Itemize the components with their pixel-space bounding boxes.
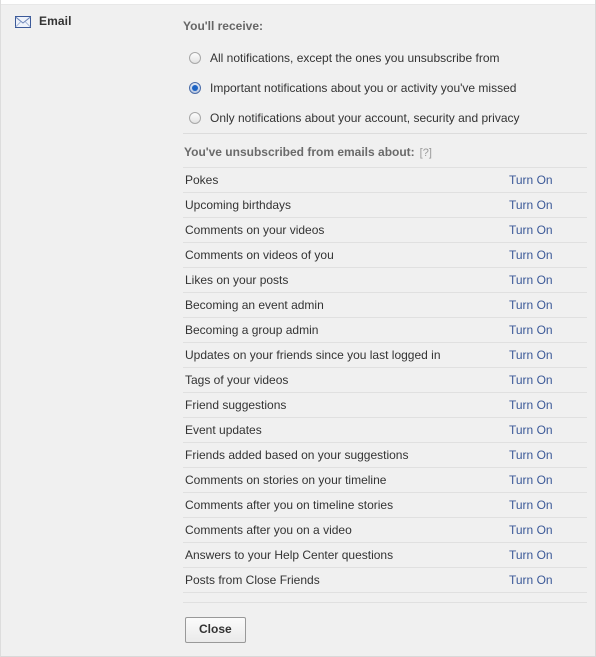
unsubscribed-row-label: Becoming a group admin [185, 323, 319, 337]
unsubscribed-row-label: Answers to your Help Center questions [185, 548, 394, 562]
notification-frequency-radio-group: All notifications, except the ones you u… [183, 43, 587, 133]
unsubscribed-row: Event updates Turn On [183, 418, 587, 443]
unsubscribed-row: Becoming a group admin Turn On [183, 318, 587, 343]
unsubscribed-row-label: Friend suggestions [185, 398, 287, 412]
turn-on-link[interactable]: Turn On [509, 523, 587, 537]
radio-indicator-only-account[interactable] [189, 112, 201, 124]
unsubscribed-row-label: Comments after you on a video [185, 523, 352, 537]
unsubscribed-row: Comments on videos of you Turn On [183, 243, 587, 268]
close-button[interactable]: Close [185, 617, 246, 643]
unsubscribed-row: Comments on stories on your timeline Turn… [183, 468, 587, 493]
unsubscribed-row: Comments on your videos Turn On [183, 218, 587, 243]
unsubscribed-row: Upcoming birthdays Turn On [183, 193, 587, 218]
turn-on-link[interactable]: Turn On [509, 223, 587, 237]
turn-on-link[interactable]: Turn On [509, 348, 587, 362]
turn-on-link[interactable]: Turn On [509, 373, 587, 387]
unsubscribed-row: Pokes Turn On [183, 168, 587, 193]
unsubscribed-row-label: Comments on videos of you [185, 248, 334, 262]
radio-option-only-account[interactable]: Only notifications about your account, s… [183, 103, 587, 133]
unsubscribed-row: Comments after you on timeline stories Tu… [183, 493, 587, 518]
section-title: Email [39, 14, 72, 28]
turn-on-link[interactable]: Turn On [509, 248, 587, 262]
radio-option-important[interactable]: Important notifications about you or act… [183, 73, 587, 103]
turn-on-link[interactable]: Turn On [509, 448, 587, 462]
unsubscribed-list: Pokes Turn On Upcoming birthdays Turn On Com… [183, 167, 587, 593]
unsubscribed-heading: You've unsubscribed from emails about: [184, 145, 415, 159]
turn-on-link[interactable]: Turn On [509, 173, 587, 187]
turn-on-link[interactable]: Turn On [509, 498, 587, 512]
footer-actions: Close [183, 603, 587, 643]
unsubscribed-row-label: Posts from Close Friends [185, 573, 320, 587]
turn-on-link[interactable]: Turn On [509, 298, 587, 312]
help-question-mark-icon[interactable]: [?] [420, 147, 432, 159]
turn-on-link[interactable]: Turn On [509, 273, 587, 287]
unsubscribed-row-label: Friends added based on your suggestions [185, 448, 409, 462]
turn-on-link[interactable]: Turn On [509, 323, 587, 337]
unsubscribed-row-label: Comments on stories on your timeline [185, 473, 387, 487]
email-section-header: Email [15, 13, 175, 29]
unsubscribed-row: Answers to your Help Center questions Tur… [183, 543, 587, 568]
unsubscribed-row: Updates on your friends since you last l… [183, 343, 587, 368]
radio-indicator-all[interactable] [189, 52, 201, 64]
unsubscribed-row-label: Updates on your friends since you last l… [185, 348, 441, 362]
turn-on-link[interactable]: Turn On [509, 423, 587, 437]
envelope-icon [15, 16, 31, 28]
unsubscribed-row-label: Tags of your videos [185, 373, 289, 387]
unsubscribed-row: Tags of your videos Turn On [183, 368, 587, 393]
email-notification-settings-page: Email You'll receive: All notifications,… [0, 0, 596, 657]
radio-indicator-important[interactable] [189, 82, 201, 94]
turn-on-link[interactable]: Turn On [509, 398, 587, 412]
radio-label-only-account: Only notifications about your account, s… [210, 110, 520, 125]
unsubscribed-row-label: Becoming an event admin [185, 298, 324, 312]
turn-on-link[interactable]: Turn On [509, 573, 587, 587]
settings-content: You'll receive: All notifications, excep… [183, 18, 587, 643]
receive-heading: You'll receive: [183, 19, 263, 33]
unsubscribed-row: Friend suggestions Turn On [183, 393, 587, 418]
unsubscribed-row: Becoming an event admin Turn On [183, 293, 587, 318]
unsubscribed-row-label: Comments on your videos [185, 223, 325, 237]
turn-on-link[interactable]: Turn On [509, 198, 587, 212]
unsubscribed-row: Posts from Close Friends Turn On [183, 568, 587, 593]
unsubscribed-row-label: Event updates [185, 423, 262, 437]
turn-on-link[interactable]: Turn On [509, 548, 587, 562]
turn-on-link[interactable]: Turn On [509, 473, 587, 487]
radio-label-important: Important notifications about you or act… [210, 80, 517, 95]
unsubscribed-row-label: Upcoming birthdays [185, 198, 292, 212]
radio-label-all: All notifications, except the ones you u… [210, 50, 500, 65]
page-top-strip [1, 0, 595, 5]
unsubscribed-row-label: Pokes [185, 173, 219, 187]
unsubscribed-row: Likes on your posts Turn On [183, 268, 587, 293]
unsubscribed-row: Comments after you on a video Turn On [183, 518, 587, 543]
radio-option-all[interactable]: All notifications, except the ones you u… [183, 43, 587, 73]
unsubscribed-row: Friends added based on your suggestions T… [183, 443, 587, 468]
unsubscribed-row-label: Likes on your posts [185, 273, 289, 287]
unsubscribed-heading-row: You've unsubscribed from emails about: [… [183, 134, 587, 167]
unsubscribed-row-label: Comments after you on timeline stories [185, 498, 394, 512]
